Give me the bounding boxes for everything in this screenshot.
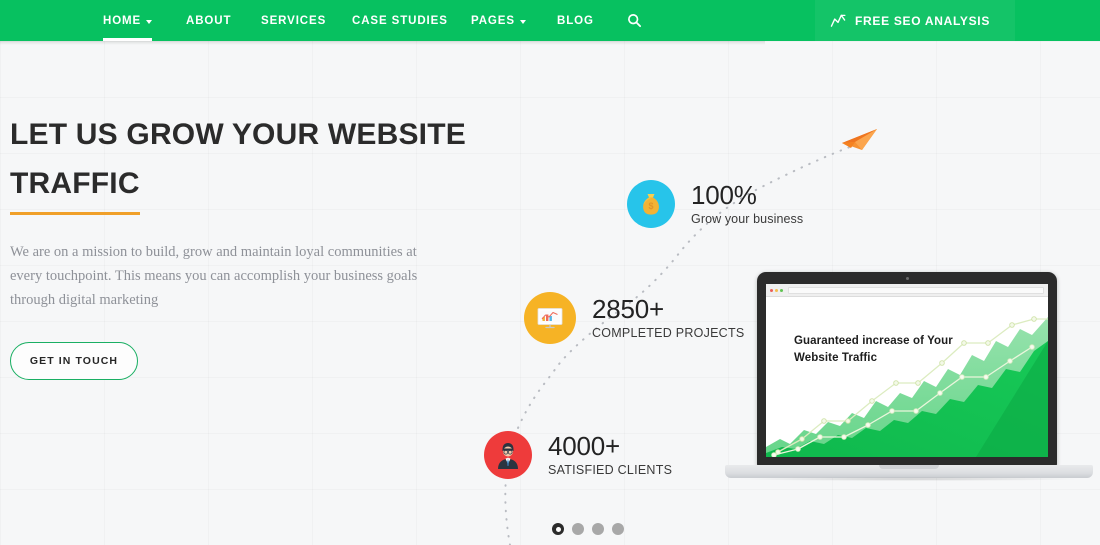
browser-url-bar[interactable]: [788, 287, 1044, 294]
money-bag-icon: $: [643, 194, 659, 215]
stat-value-satisfied-clients: 4000+: [548, 431, 621, 461]
carousel-dot-4[interactable]: [612, 523, 624, 535]
hero-page: HOME ABOUT SERVICES CASE STUDIES PAGES B…: [0, 0, 1100, 545]
businessman-icon: [498, 443, 518, 469]
nav-item-about-label: ABOUT: [186, 14, 232, 27]
search-button[interactable]: [627, 0, 642, 41]
hero-heading-line2-wrapper: TRAFFIC: [10, 167, 140, 215]
nav-item-blog[interactable]: BLOG: [557, 0, 594, 41]
nav-item-case-studies[interactable]: CASE STUDIES: [352, 0, 448, 41]
chevron-down-icon: [519, 19, 526, 24]
browser-page-content: Guaranteed increase of Your Website Traf…: [766, 297, 1048, 457]
nav-item-pages-label: PAGES: [471, 14, 515, 27]
stat-grow-business: $ 100% Grow your business: [627, 180, 803, 228]
nav-item-case-studies-label: CASE STUDIES: [352, 14, 448, 27]
browser-close-dot: [770, 288, 773, 292]
stat-text-grow-business: 100% Grow your business: [691, 182, 803, 226]
stat-text-satisfied-clients: 4000+ SATISFIED CLIENTS: [548, 433, 672, 477]
traffic-growth-chart: [766, 316, 1048, 457]
laptop-mockup: Guaranteed increase of Your Website Traf…: [725, 272, 1093, 481]
browser-minimize-dot: [775, 288, 778, 292]
search-icon: [628, 14, 642, 28]
nav-item-services[interactable]: SERVICES: [261, 0, 326, 41]
hero-heading-line1: LET US GROW YOUR WEBSITE: [10, 118, 466, 151]
laptop-screen: Guaranteed increase of Your Website Traf…: [766, 284, 1048, 457]
nav-drop-shadow: [0, 41, 765, 45]
stat-label-grow-business: Grow your business: [691, 212, 804, 226]
laptop-shadow: [735, 477, 1083, 481]
laptop-lid: Guaranteed increase of Your Website Traf…: [757, 272, 1057, 467]
carousel-dot-3[interactable]: [592, 523, 604, 535]
stat-value-completed-projects: 2850+: [592, 294, 665, 324]
webcam-icon: [905, 277, 909, 280]
stat-value-grow-business: 100%: [691, 180, 757, 210]
carousel-dot-1[interactable]: [552, 523, 564, 535]
nav-item-pages[interactable]: PAGES: [471, 0, 526, 41]
hero-heading-underline: [10, 211, 140, 215]
line-chart-icon: [830, 14, 846, 27]
hero-heading-line2: TRAFFIC: [10, 166, 140, 200]
stat-badge-projects: [524, 292, 576, 344]
browser-maximize-dot: [780, 288, 783, 292]
hero-paragraph: We are on a mission to build, grow and m…: [10, 243, 418, 309]
top-navigation-bar: HOME ABOUT SERVICES CASE STUDIES PAGES B…: [0, 0, 1100, 41]
browser-chrome-bar: [766, 284, 1048, 297]
hero-copy-block: LET US GROW YOUR WEBSITE TRAFFIC We are …: [10, 118, 470, 380]
carousel-dot-2[interactable]: [572, 523, 584, 535]
stat-label-satisfied-clients: SATISFIED CLIENTS: [548, 463, 673, 477]
nav-item-home-label: HOME: [103, 14, 142, 27]
nav-item-blog-label: BLOG: [557, 14, 594, 27]
carousel-dots: [552, 523, 624, 535]
svg-text:$: $: [648, 201, 653, 211]
paper-plane-icon: [842, 129, 877, 150]
get-in-touch-button[interactable]: GET IN TOUCH: [10, 341, 138, 380]
nav-item-about[interactable]: ABOUT: [186, 0, 231, 41]
chevron-down-icon: [146, 19, 153, 24]
paper-plane: [841, 126, 879, 157]
stat-label-completed-projects: COMPLETED PROJECTS: [592, 326, 745, 340]
presentation-chart-icon: [537, 308, 563, 329]
laptop-screen-title-line2: Website Traffic: [794, 351, 878, 364]
nav-item-home[interactable]: HOME: [103, 0, 153, 41]
laptop-screen-title: Guaranteed increase of Your Website Traf…: [794, 333, 974, 366]
stat-satisfied-clients: 4000+ SATISFIED CLIENTS: [484, 431, 672, 479]
stat-badge-clients: [484, 431, 532, 479]
stat-completed-projects: 2850+ COMPLETED PROJECTS: [524, 292, 744, 344]
stat-text-completed-projects: 2850+ COMPLETED PROJECTS: [592, 296, 744, 340]
free-seo-analysis-button[interactable]: FREE SEO ANALYSIS: [830, 0, 990, 41]
laptop-screen-title-line1: Guaranteed increase of Your: [794, 335, 953, 347]
stat-badge-money: $: [627, 180, 675, 228]
nav-item-services-label: SERVICES: [261, 14, 327, 27]
free-seo-analysis-label: FREE SEO ANALYSIS: [855, 13, 991, 28]
